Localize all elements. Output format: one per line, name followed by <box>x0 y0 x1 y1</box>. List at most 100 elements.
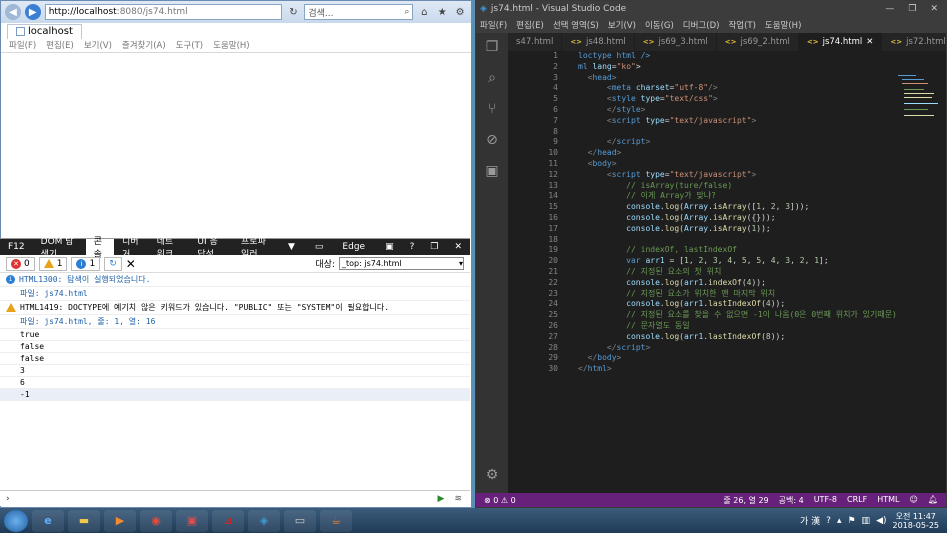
tab-ui-responsiveness[interactable]: UI 응답성 <box>189 237 233 260</box>
minimap[interactable] <box>898 73 938 123</box>
clear-console-icon[interactable]: ✕ <box>126 257 136 271</box>
encoding[interactable]: UTF-8 <box>814 495 837 506</box>
line-number: 3 <box>553 72 558 82</box>
menu-file[interactable]: 파일(F) <box>480 19 507 31</box>
source-control-icon[interactable]: ⑂ <box>488 101 496 117</box>
debug-icon[interactable]: ⊘ <box>486 132 498 148</box>
editor-tab[interactable]: <> js72.html <box>882 33 946 51</box>
search-icon[interactable]: ⌕ <box>488 70 496 86</box>
menu-view[interactable]: 보기(V) <box>608 19 636 31</box>
menu-help[interactable]: 도움말(H) <box>213 39 249 52</box>
notifications-icon[interactable]: 🔔︎ <box>928 495 938 506</box>
refresh-icon[interactable]: ↻ <box>286 5 300 19</box>
media-player-taskbar-icon[interactable]: ▶ <box>104 509 136 532</box>
tab-debugger[interactable]: 디버거 <box>114 237 149 260</box>
java-taskbar-icon[interactable]: ☕︎ <box>320 509 352 532</box>
menu-go[interactable]: 이동(G) <box>645 19 674 31</box>
menu-help[interactable]: 도움말(H) <box>765 19 801 31</box>
ie-tab[interactable]: localhost <box>7 23 82 39</box>
menu-tasks[interactable]: 작업(T) <box>728 19 755 31</box>
messages-filter[interactable]: i 1 <box>71 256 101 271</box>
search-input[interactable]: 검색... ⌕ <box>304 4 414 20</box>
close-icon[interactable]: ✕ <box>866 37 873 47</box>
code-text[interactable]: loctype html /> ml lang="ko"> <head> <me… <box>578 51 897 375</box>
warnings-filter[interactable]: 1 <box>38 256 68 271</box>
console-toggle-icon[interactable]: ▣ <box>377 239 402 255</box>
run-icon[interactable]: ▶ <box>438 494 445 504</box>
home-icon[interactable]: ⌂ <box>417 5 431 19</box>
menu-edit[interactable]: 편집(E) <box>516 19 544 31</box>
menu-file[interactable]: 파일(F) <box>9 39 36 52</box>
feedback-icon[interactable]: ☺ <box>910 495 918 506</box>
editor-tab[interactable]: s47.html <box>508 33 563 51</box>
extensions-icon[interactable]: ▣ <box>485 163 498 179</box>
chrome-taskbar-icon[interactable]: ◉ <box>140 509 172 532</box>
page-viewport[interactable] <box>1 53 471 239</box>
ime-indicator[interactable]: 가 漢 <box>800 514 820 527</box>
acrobat-taskbar-icon[interactable]: ⊿ <box>212 509 244 532</box>
indentation[interactable]: 공백: 4 <box>779 495 804 506</box>
app-taskbar-icon[interactable]: ▣ <box>176 509 208 532</box>
menu-edit[interactable]: 편집(E) <box>46 39 74 52</box>
editor-tab[interactable]: <> js69_2.html <box>717 33 799 51</box>
language-mode[interactable]: HTML <box>877 495 899 506</box>
problems-indicator[interactable]: ⊗ 0 ⚠ 0 <box>484 496 516 505</box>
target-dropdown[interactable]: _top: js74.html ▾ <box>339 257 464 270</box>
explorer-icon[interactable]: ❐ <box>486 39 499 55</box>
ie-taskbar-icon[interactable]: e <box>32 509 64 532</box>
tab-dom-explorer[interactable]: DOM 탐색기 <box>33 237 86 260</box>
help-icon[interactable]: ? <box>826 516 831 526</box>
tray-expand-icon[interactable]: ▴ <box>837 516 842 526</box>
menu-tools[interactable]: 도구(T) <box>176 39 203 52</box>
menu-debug[interactable]: 디버그(D) <box>683 19 720 31</box>
vscode-taskbar-icon[interactable]: ◈ <box>248 509 280 532</box>
close-icon[interactable]: ✕ <box>446 239 470 255</box>
minimize-icon[interactable]: — <box>885 4 894 14</box>
gear-icon[interactable]: ⚙ <box>453 5 467 19</box>
explorer-taskbar-icon[interactable]: ▬ <box>68 509 100 532</box>
flag-icon[interactable]: ⚑ <box>847 516 855 526</box>
back-icon[interactable]: ◀ <box>5 4 21 20</box>
menu-view[interactable]: 보기(V) <box>84 39 112 52</box>
url-input[interactable]: http://localhost:8080/js74.html <box>44 4 283 20</box>
forward-icon[interactable]: ▶ <box>24 4 41 20</box>
tab-console[interactable]: 콘솔 <box>85 237 115 260</box>
code-editor[interactable]: 1 2 3 4 5 6 7 8 9 10 11 12 13 14 15 16 17 18 19 20 21 22 23 24 2… <box>508 51 946 493</box>
cmd-taskbar-icon[interactable]: ▭ <box>284 509 316 532</box>
editor-tab[interactable]: <> js69_3.html <box>635 33 717 51</box>
clock[interactable]: 오전 11:47 2018-05-25 <box>893 512 940 530</box>
monitor-icon: ▭ <box>314 242 324 252</box>
console-message-text: HTML1300: 탐색이 실행되었습니다. <box>19 275 151 284</box>
tab-network[interactable]: 네트워크 <box>149 237 190 260</box>
error-count: 0 <box>24 258 30 269</box>
search-placeholder: 검색... <box>308 8 334 19</box>
volume-icon[interactable]: ◀) <box>876 516 886 526</box>
errors-filter[interactable]: ✕ 0 <box>6 256 35 271</box>
maximize-icon[interactable]: ❐ <box>908 4 916 14</box>
clear-on-navigate-icon[interactable]: ↻ <box>104 256 122 271</box>
editor-tab-active[interactable]: <> js74.html ✕ <box>798 33 883 51</box>
console-input[interactable]: › ▶ ≋ <box>0 490 470 506</box>
help-icon[interactable]: ? <box>402 239 423 255</box>
line-ending[interactable]: CRLF <box>847 495 867 506</box>
console-source-link[interactable]: 파일: js74.html <box>0 287 470 301</box>
tab-profiler[interactable]: 프로파일러 <box>233 237 280 260</box>
menu-selection[interactable]: 선택 영역(S) <box>553 19 599 31</box>
close-icon[interactable]: ✕ <box>930 4 938 14</box>
undock-icon[interactable]: ❐ <box>422 239 446 255</box>
console-source-link[interactable]: 파일: js74.html, 줄: 1, 열: 16 <box>0 315 470 329</box>
network-icon[interactable]: ▥ <box>862 516 871 526</box>
editor-tab[interactable]: <> js48.html <box>562 33 635 51</box>
error-icon: ✕ <box>11 258 21 269</box>
console-source-text[interactable]: 파일: js74.html, 줄: 1, 열: 16 <box>20 316 155 327</box>
expand-icon[interactable]: ≋ <box>454 494 462 504</box>
more-tabs-icon[interactable]: ▼ <box>280 239 303 255</box>
menu-favorites[interactable]: 즐겨찾기(A) <box>122 39 166 52</box>
line-number: 15 <box>548 202 558 212</box>
start-button[interactable] <box>4 509 28 532</box>
favorites-icon[interactable]: ★ <box>435 5 449 19</box>
cursor-position[interactable]: 줄 26, 열 29 <box>723 495 768 506</box>
gear-icon[interactable]: ⚙ <box>486 467 499 483</box>
emulation-mode[interactable]: ▭ Edge <box>303 239 377 255</box>
console-source-text[interactable]: 파일: js74.html <box>20 288 88 299</box>
